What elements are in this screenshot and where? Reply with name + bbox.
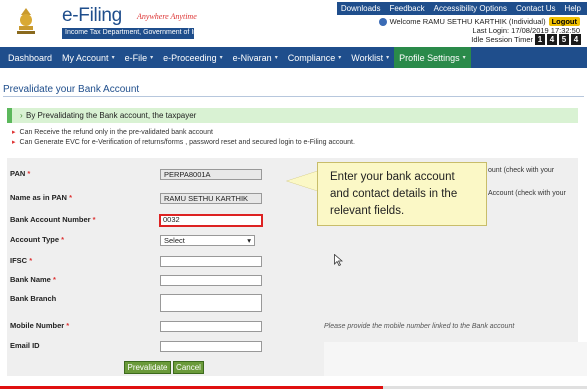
- chevron-down-icon: ▾: [219, 55, 223, 61]
- welcome-banner: Welcome RAMU SETHU KARTHIK (Individual) …: [378, 17, 580, 26]
- mobile-input[interactable]: [160, 321, 262, 332]
- timer-digit: 5: [559, 34, 569, 45]
- title-divider: [3, 96, 584, 97]
- page-title: Prevalidate your Bank Account: [3, 84, 140, 95]
- ifsc-label: IFSC *: [10, 256, 33, 265]
- bank-branch-label: Bank Branch: [10, 294, 57, 303]
- account-number-label: Bank Account Number *: [10, 215, 96, 224]
- account-type-label: Account Type *: [10, 235, 65, 244]
- chevron-down-icon: ▾: [274, 55, 278, 61]
- downloads-link[interactable]: Downloads: [341, 4, 381, 13]
- account-number-input[interactable]: 0032: [159, 214, 263, 227]
- email-label: Email ID: [10, 341, 40, 350]
- bank-name-input[interactable]: [160, 275, 262, 286]
- nav-dashboard[interactable]: Dashboard: [3, 47, 57, 68]
- feedback-link[interactable]: Feedback: [389, 4, 424, 13]
- user-icon: [378, 17, 387, 26]
- nav-label: My Account: [62, 52, 109, 63]
- nav-e-nivaran[interactable]: e-Nivaran ▾: [228, 47, 283, 68]
- callout-pointer: [287, 171, 318, 191]
- mobile-hint: Please provide the mobile number linked …: [324, 323, 515, 330]
- arrow-icon: ▸: [12, 139, 16, 146]
- instruction-callout: Enter your bank account and contact deta…: [317, 162, 487, 226]
- timer-digit: 4: [547, 34, 557, 45]
- email-input[interactable]: [160, 341, 262, 352]
- pan-label: PAN *: [10, 169, 31, 178]
- logo-subtitle: Income Tax Department, Government of Ind…: [62, 28, 207, 39]
- nav-e-file[interactable]: e-File ▾: [120, 47, 159, 68]
- main-nav: Dashboard My Account ▾ e-File ▾ e-Proceedi…: [0, 47, 587, 68]
- pan-field: PERPA8001A: [160, 169, 262, 180]
- contact-us-link[interactable]: Contact Us: [516, 4, 556, 13]
- top-links-bar: Downloads Feedback Accessibility Options…: [337, 2, 587, 15]
- name-label: Name as in PAN *: [10, 193, 72, 202]
- info-banner: › By Prevalidating the Bank account, the…: [7, 108, 578, 123]
- timer-digit: 4: [571, 34, 581, 45]
- nav-compliance[interactable]: Compliance ▾: [283, 47, 347, 68]
- nav-label: e-File: [124, 52, 148, 63]
- nav-profile-settings[interactable]: Profile Settings ▾: [394, 47, 471, 68]
- list-item-text: Can Receive the refund only in the pre-v…: [19, 129, 213, 136]
- mouse-cursor-icon: [334, 254, 343, 266]
- list-item: ▸ Can Generate EVC for e-Verification of …: [12, 138, 355, 148]
- bank-name-label: Bank Name *: [10, 275, 56, 284]
- video-overlay: [324, 342, 587, 376]
- site-header: e-Filing Anywhere Anytime Income Tax Dep…: [0, 0, 587, 46]
- idle-session-timer: Idle Session Timer 1 4 5 4: [471, 34, 581, 45]
- emblem-logo-icon: [9, 5, 43, 39]
- nav-label: Dashboard: [8, 52, 53, 63]
- list-item-text: Can Generate EVC for e-Verification of r…: [19, 139, 355, 146]
- bank-branch-input[interactable]: [160, 294, 262, 312]
- nav-label: Compliance: [287, 52, 336, 63]
- chevron-down-icon: ▾: [150, 55, 154, 61]
- accessibility-options-link[interactable]: Accessibility Options: [434, 4, 507, 13]
- ifsc-input[interactable]: [160, 256, 262, 267]
- chevron-down-icon: ▾: [111, 55, 115, 61]
- help-link[interactable]: Help: [565, 4, 581, 13]
- account-type-value: Select: [164, 236, 185, 245]
- cancel-button[interactable]: Cancel: [173, 361, 204, 374]
- benefit-list: ▸ Can Receive the refund only in the pre-…: [12, 128, 355, 148]
- nav-e-proceeding[interactable]: e-Proceeding ▾: [158, 47, 228, 68]
- nav-label: e-Nivaran: [232, 52, 272, 63]
- prevalidate-button[interactable]: Prevalidate: [124, 361, 171, 374]
- nav-label: Worklist: [351, 52, 384, 63]
- banner-text: By Prevalidating the Bank account, the t…: [26, 111, 197, 120]
- chevron-right-icon: ›: [20, 111, 23, 120]
- help-hint: ount (check with your: [488, 167, 555, 174]
- idle-timer-label: Idle Session Timer: [471, 35, 533, 44]
- mobile-label: Mobile Number *: [10, 321, 70, 330]
- chevron-down-icon: ▾: [462, 55, 466, 61]
- chevron-down-icon: ▾: [386, 55, 390, 61]
- help-hint: Account (check with your: [488, 190, 566, 197]
- arrow-icon: ▸: [12, 129, 16, 136]
- welcome-text: Welcome RAMU SETHU KARTHIK (Individual): [389, 17, 546, 26]
- nav-my-account[interactable]: My Account ▾: [57, 47, 120, 68]
- logout-button[interactable]: Logout: [548, 17, 580, 26]
- chevron-down-icon: ▾: [338, 55, 342, 61]
- account-type-select[interactable]: Select ▾: [160, 235, 255, 246]
- logo-title[interactable]: e-Filing: [62, 5, 122, 27]
- nav-label: e-Proceeding: [163, 52, 217, 63]
- logo-tagline: Anywhere Anytime: [137, 12, 197, 21]
- list-item: ▸ Can Receive the refund only in the pre-…: [12, 128, 355, 138]
- nav-label: Profile Settings: [399, 52, 460, 63]
- name-field: RAMU SETHU KARTHIK: [160, 193, 262, 204]
- timer-digit: 1: [535, 34, 545, 45]
- nav-worklist[interactable]: Worklist ▾: [346, 47, 394, 68]
- chevron-down-icon: ▾: [247, 236, 251, 245]
